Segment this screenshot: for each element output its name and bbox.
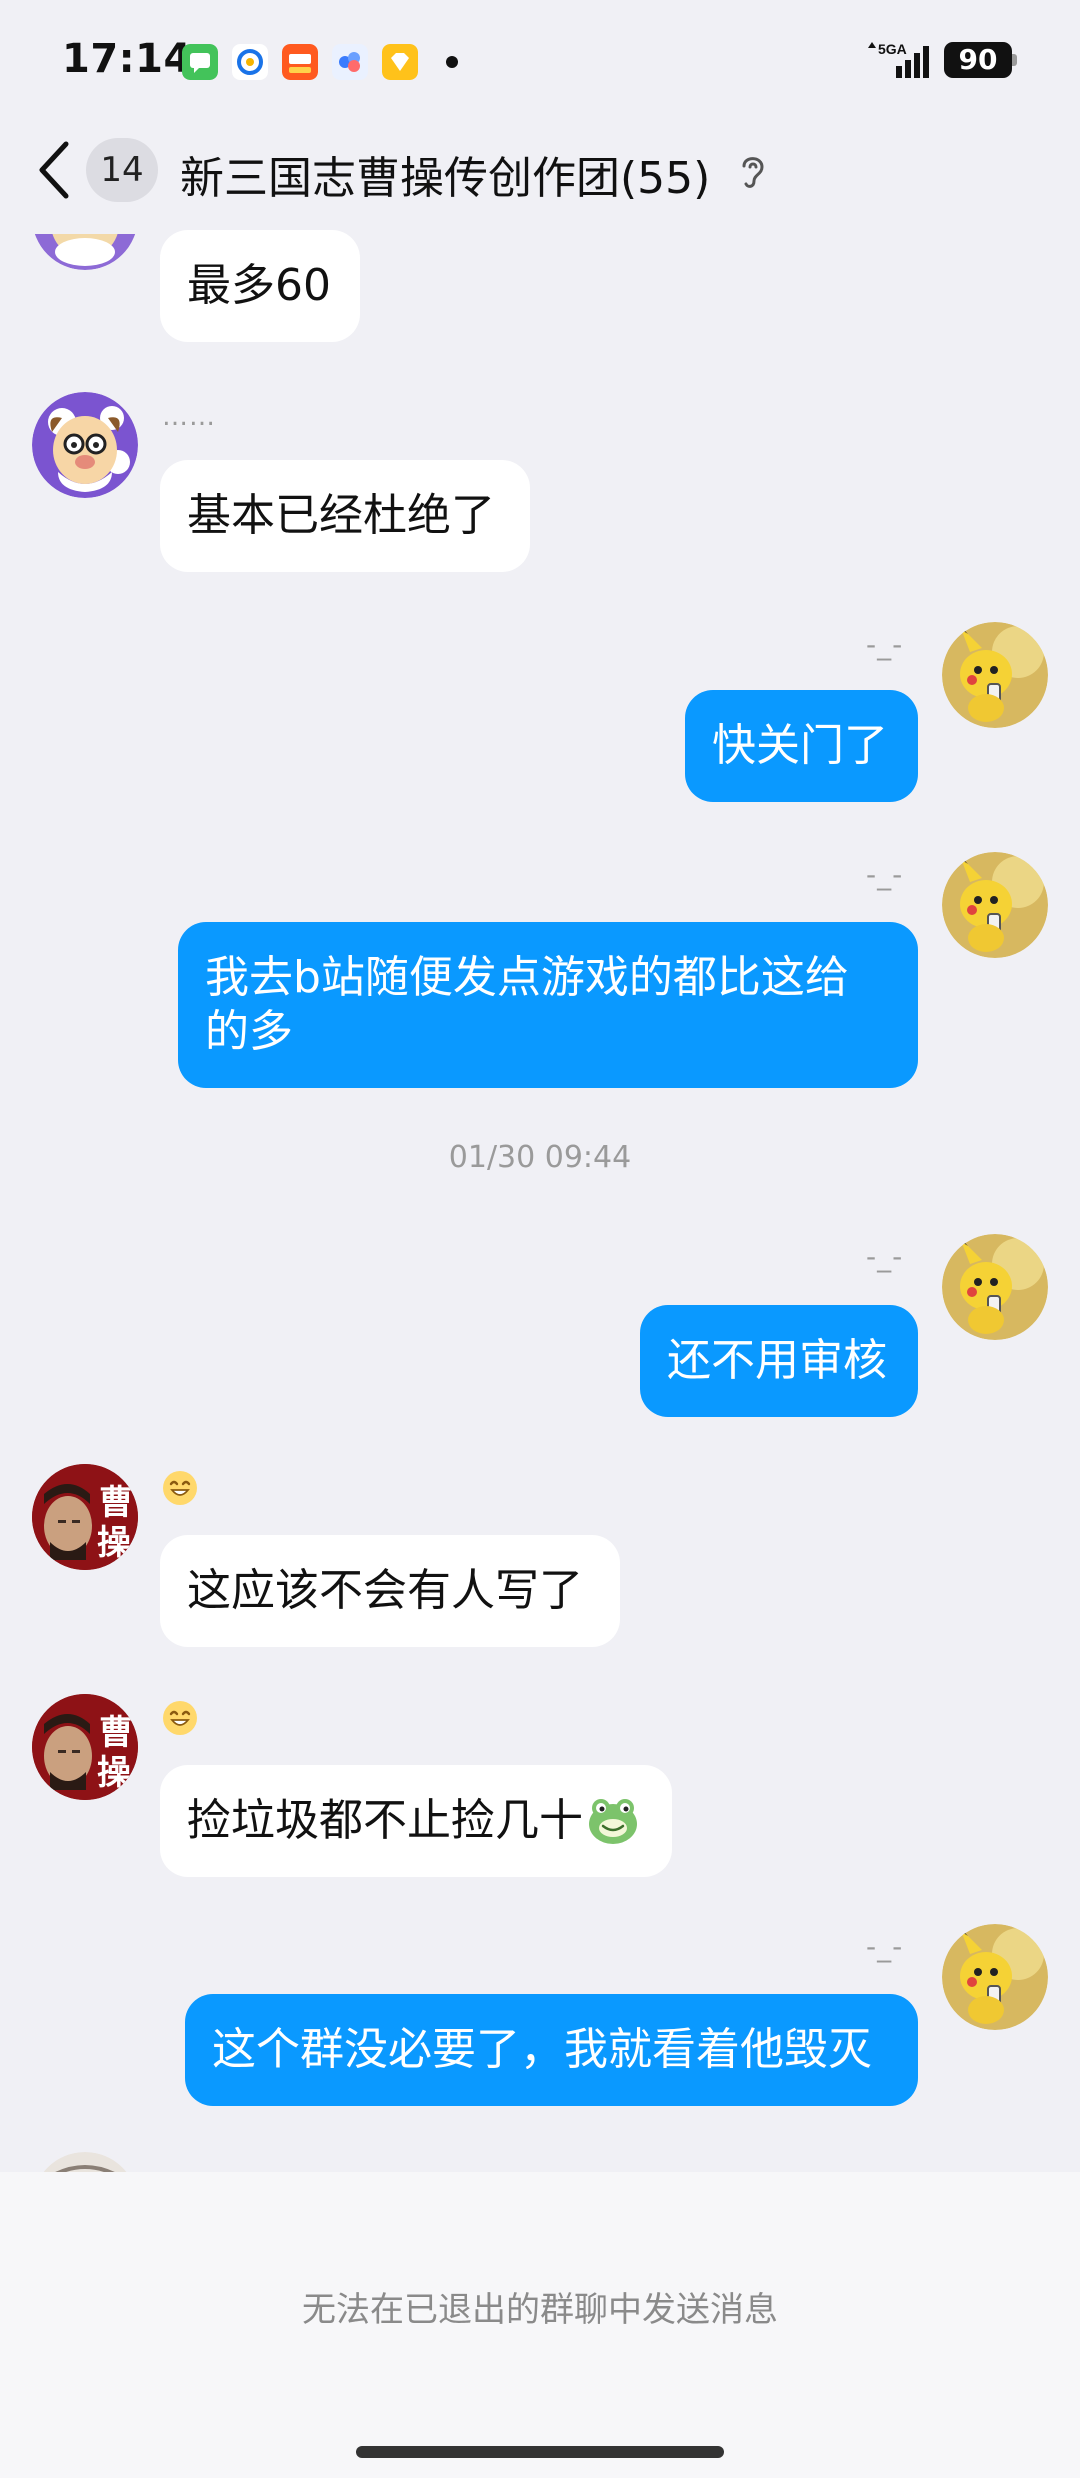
- diamond-app-icon: [382, 44, 418, 80]
- network-label: 5GA: [878, 41, 907, 57]
- sender-name: ……: [162, 402, 216, 432]
- message-bubble[interactable]: 基本已经杜绝了: [160, 460, 530, 572]
- message-timestamp: 01/30 09:44: [448, 1140, 632, 1175]
- avatar[interactable]: 曹 操: [32, 1694, 138, 1800]
- messages-app-icon: [182, 44, 218, 80]
- cloud-app-icon: [332, 44, 368, 80]
- email-app-icon: [232, 44, 268, 80]
- chat-title[interactable]: 新三国志曹操传创作团(55): [180, 142, 710, 206]
- avatar[interactable]: [942, 622, 1048, 728]
- message-bubble[interactable]: 捡垃圾都不止捡几十: [160, 1765, 672, 1877]
- avatar[interactable]: 曹 操: [32, 1464, 138, 1570]
- cannot-send-notice: 无法在已退出的群聊中发送消息: [302, 2290, 778, 2330]
- avatar[interactable]: [942, 1234, 1048, 1340]
- sender-name: -_-: [866, 858, 904, 891]
- message-bubble[interactable]: 还不用审核: [640, 1305, 918, 1417]
- status-bar: 17:14 5GA 90: [0, 0, 1080, 120]
- avatar[interactable]: [942, 852, 1048, 958]
- status-time: 17:14: [62, 36, 192, 82]
- home-indicator[interactable]: [356, 2446, 724, 2458]
- avatar-char: 操: [97, 1523, 131, 1563]
- grin-emoji: [163, 1471, 197, 1505]
- chat-header: 14 新三国志曹操传创作团(55): [0, 120, 1080, 232]
- unread-count-badge[interactable]: 14: [86, 138, 158, 202]
- grin-emoji: [163, 1701, 197, 1735]
- more-notifications-dot: [446, 56, 458, 68]
- sender-name: -_-: [866, 1240, 904, 1273]
- message-bubble[interactable]: 这应该不会有人写了: [160, 1535, 620, 1647]
- message-bubble[interactable]: 最多60: [160, 230, 360, 342]
- message-text: 捡垃圾都不止捡几十: [187, 1795, 583, 1846]
- avatar-char: 曹: [99, 1483, 133, 1523]
- chevron-left-icon[interactable]: [32, 138, 76, 202]
- frog-emoji: [589, 1799, 637, 1844]
- avatar-char: 曹: [99, 1713, 133, 1753]
- input-area-disabled: 无法在已退出的群聊中发送消息: [0, 2172, 1080, 2478]
- message-bubble[interactable]: 这个群没必要了，我就看着他毁灭: [185, 1994, 918, 2106]
- battery-tip: [1012, 54, 1017, 66]
- shopping-app-icon: [282, 44, 318, 80]
- sender-name: -_-: [866, 628, 904, 661]
- avatar[interactable]: [942, 1924, 1048, 2030]
- battery-level: 90: [944, 42, 1012, 78]
- sender-name: -_-: [866, 1930, 904, 1963]
- avatar[interactable]: [32, 392, 138, 498]
- message-bubble[interactable]: 快关门了: [685, 690, 918, 802]
- avatar-char: 操: [97, 1753, 131, 1793]
- message-bubble[interactable]: 我去b站随便发点游戏的都比这给的多: [178, 922, 918, 1088]
- signal-icon: 5GA: [868, 41, 929, 78]
- ear-icon[interactable]: [736, 150, 768, 194]
- notification-icons: [182, 44, 458, 80]
